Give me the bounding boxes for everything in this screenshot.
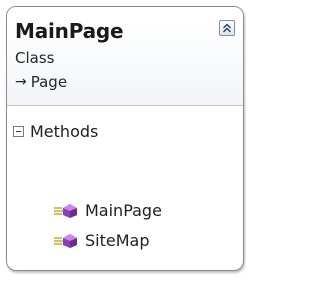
method-name: MainPage	[85, 201, 162, 220]
compartment-title: Methods	[30, 122, 99, 141]
method-item[interactable]: MainPage	[53, 201, 162, 220]
base-type: → Page	[15, 73, 67, 91]
class-shape[interactable]: MainPage Class → Page Methods MainPage S…	[6, 6, 244, 271]
collapse-shape-button[interactable]	[219, 20, 235, 36]
base-type-name: Page	[30, 73, 68, 91]
class-header: MainPage Class → Page	[7, 7, 243, 105]
methods-compartment-header[interactable]: Methods	[13, 122, 98, 141]
double-chevron-up-icon	[223, 23, 231, 33]
header-divider	[7, 105, 243, 106]
collapse-minus-icon[interactable]	[13, 126, 24, 137]
method-item[interactable]: SiteMap	[53, 231, 149, 250]
method-icon	[54, 233, 77, 248]
class-stereotype: Class	[15, 49, 55, 67]
method-icon	[54, 203, 77, 218]
inheritance-arrow-icon: →	[15, 74, 27, 90]
class-name: MainPage	[15, 19, 124, 43]
method-name: SiteMap	[85, 231, 150, 250]
